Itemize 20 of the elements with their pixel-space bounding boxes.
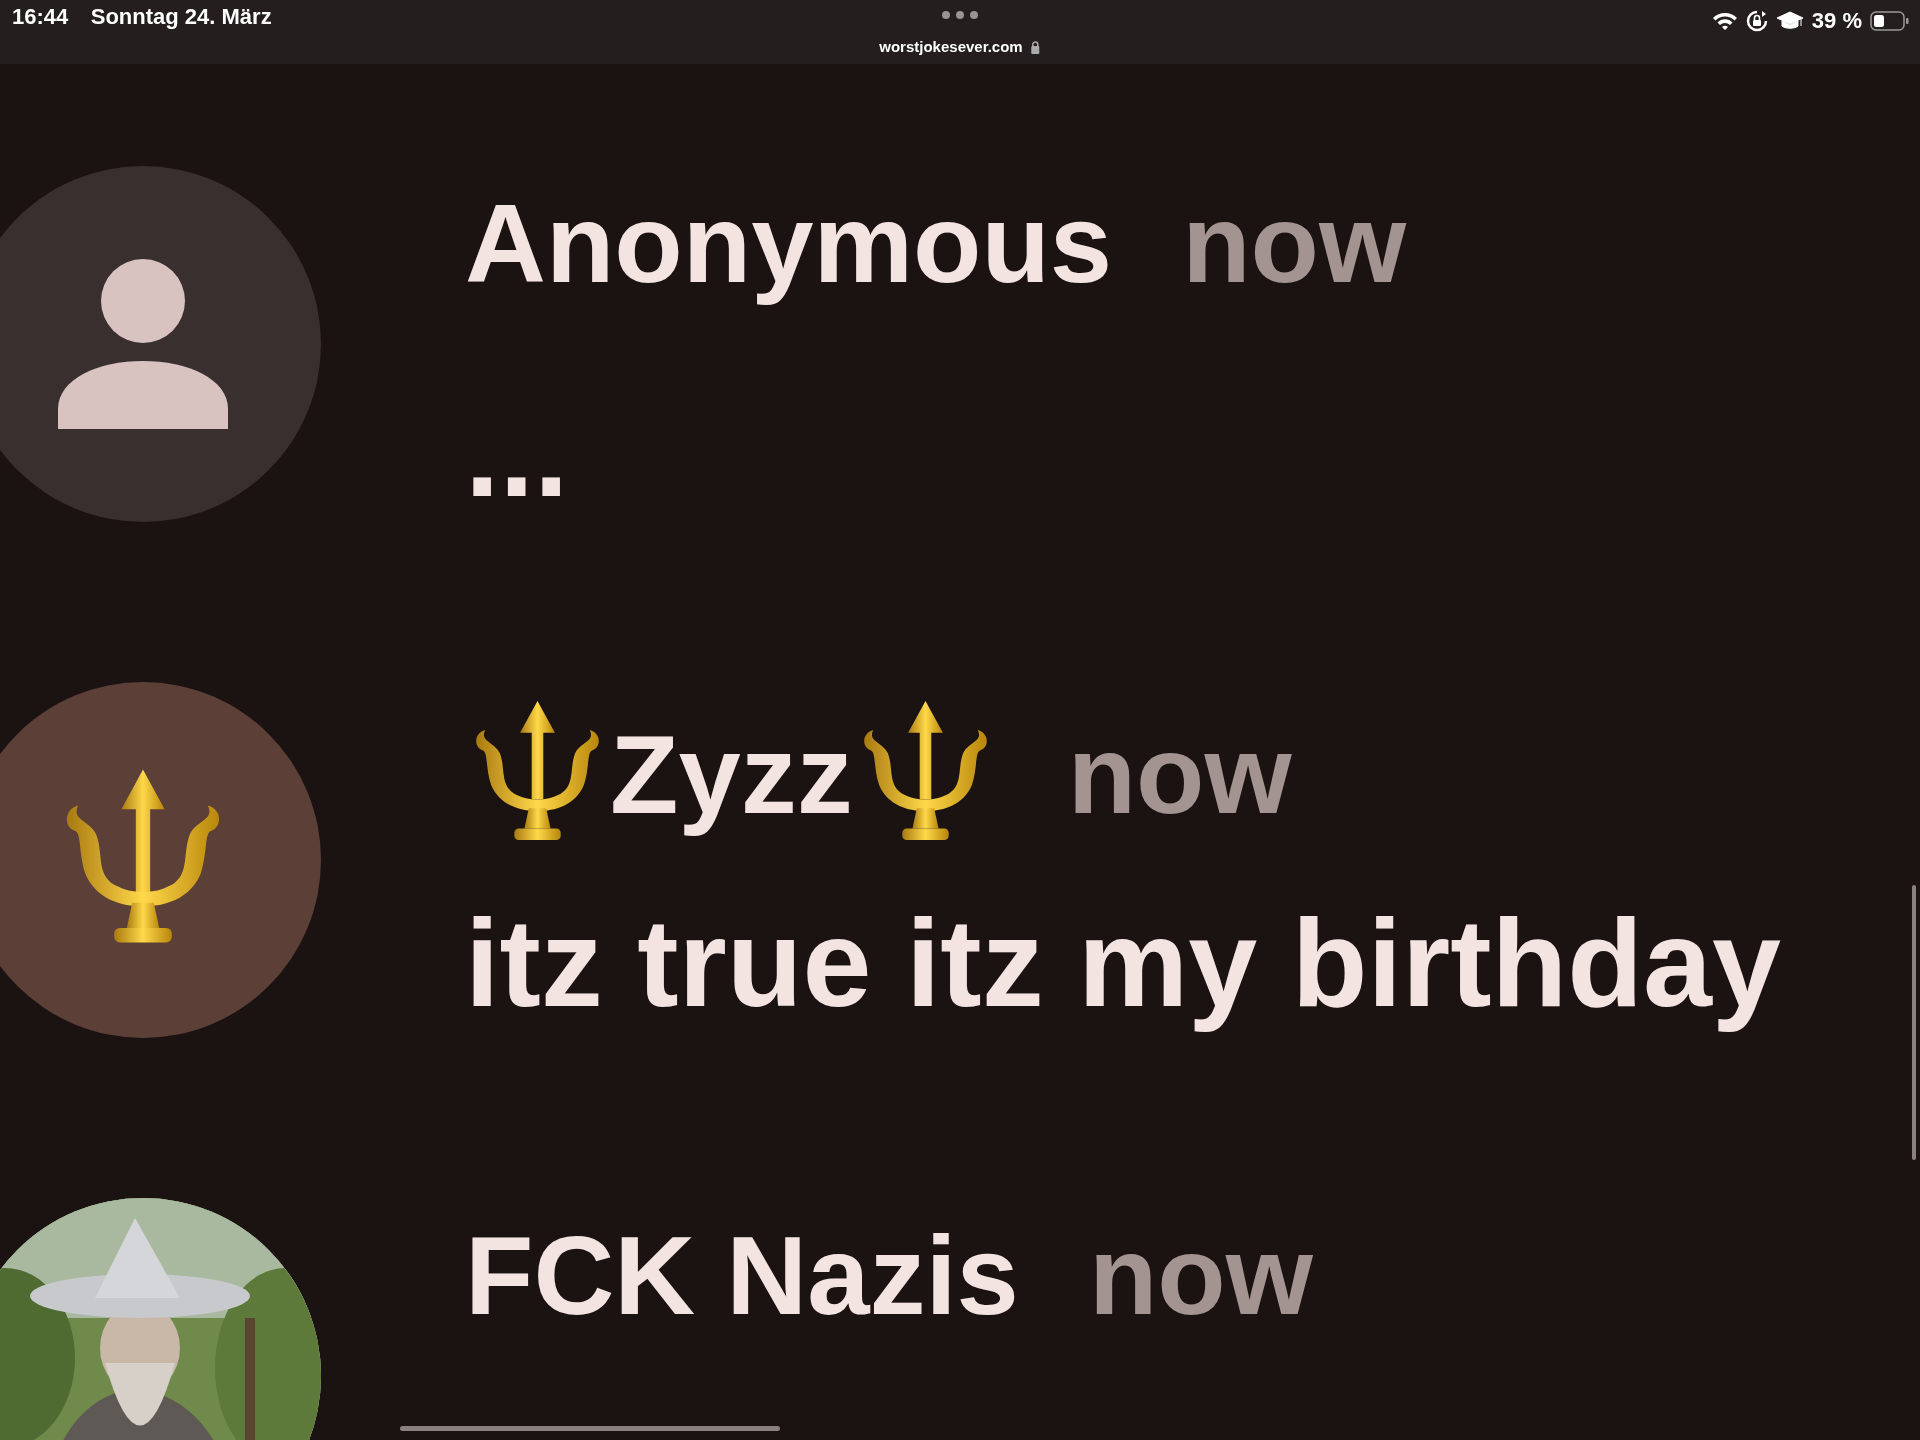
- wifi-icon: [1711, 10, 1738, 31]
- page-url[interactable]: worstjokesever.com: [879, 36, 1023, 59]
- battery-icon: [1870, 9, 1910, 32]
- more-icon[interactable]: [941, 10, 979, 20]
- battery-percent: 39 %: [1811, 7, 1862, 35]
- post-time: now: [1067, 712, 1292, 836]
- post-time: now: [1088, 1214, 1313, 1338]
- post-time: now: [1182, 182, 1407, 306]
- author-name: FCK Nazis: [465, 1214, 1019, 1338]
- scrollbar[interactable]: [1912, 885, 1916, 1160]
- message-text: ...: [465, 385, 570, 522]
- status-time: 16:44: [11, 3, 69, 29]
- author-name: Anonymous: [465, 182, 1113, 306]
- person-icon: [58, 259, 228, 429]
- rotation-lock-icon: [1745, 9, 1768, 32]
- lock-icon: [1030, 40, 1041, 54]
- graduation-cap-icon: [1775, 9, 1804, 32]
- author-name: Zyzz: [610, 712, 853, 836]
- message-text: itz true itz my birthday: [465, 895, 1781, 1032]
- status-date: Sonntag 24. März: [89, 3, 272, 29]
